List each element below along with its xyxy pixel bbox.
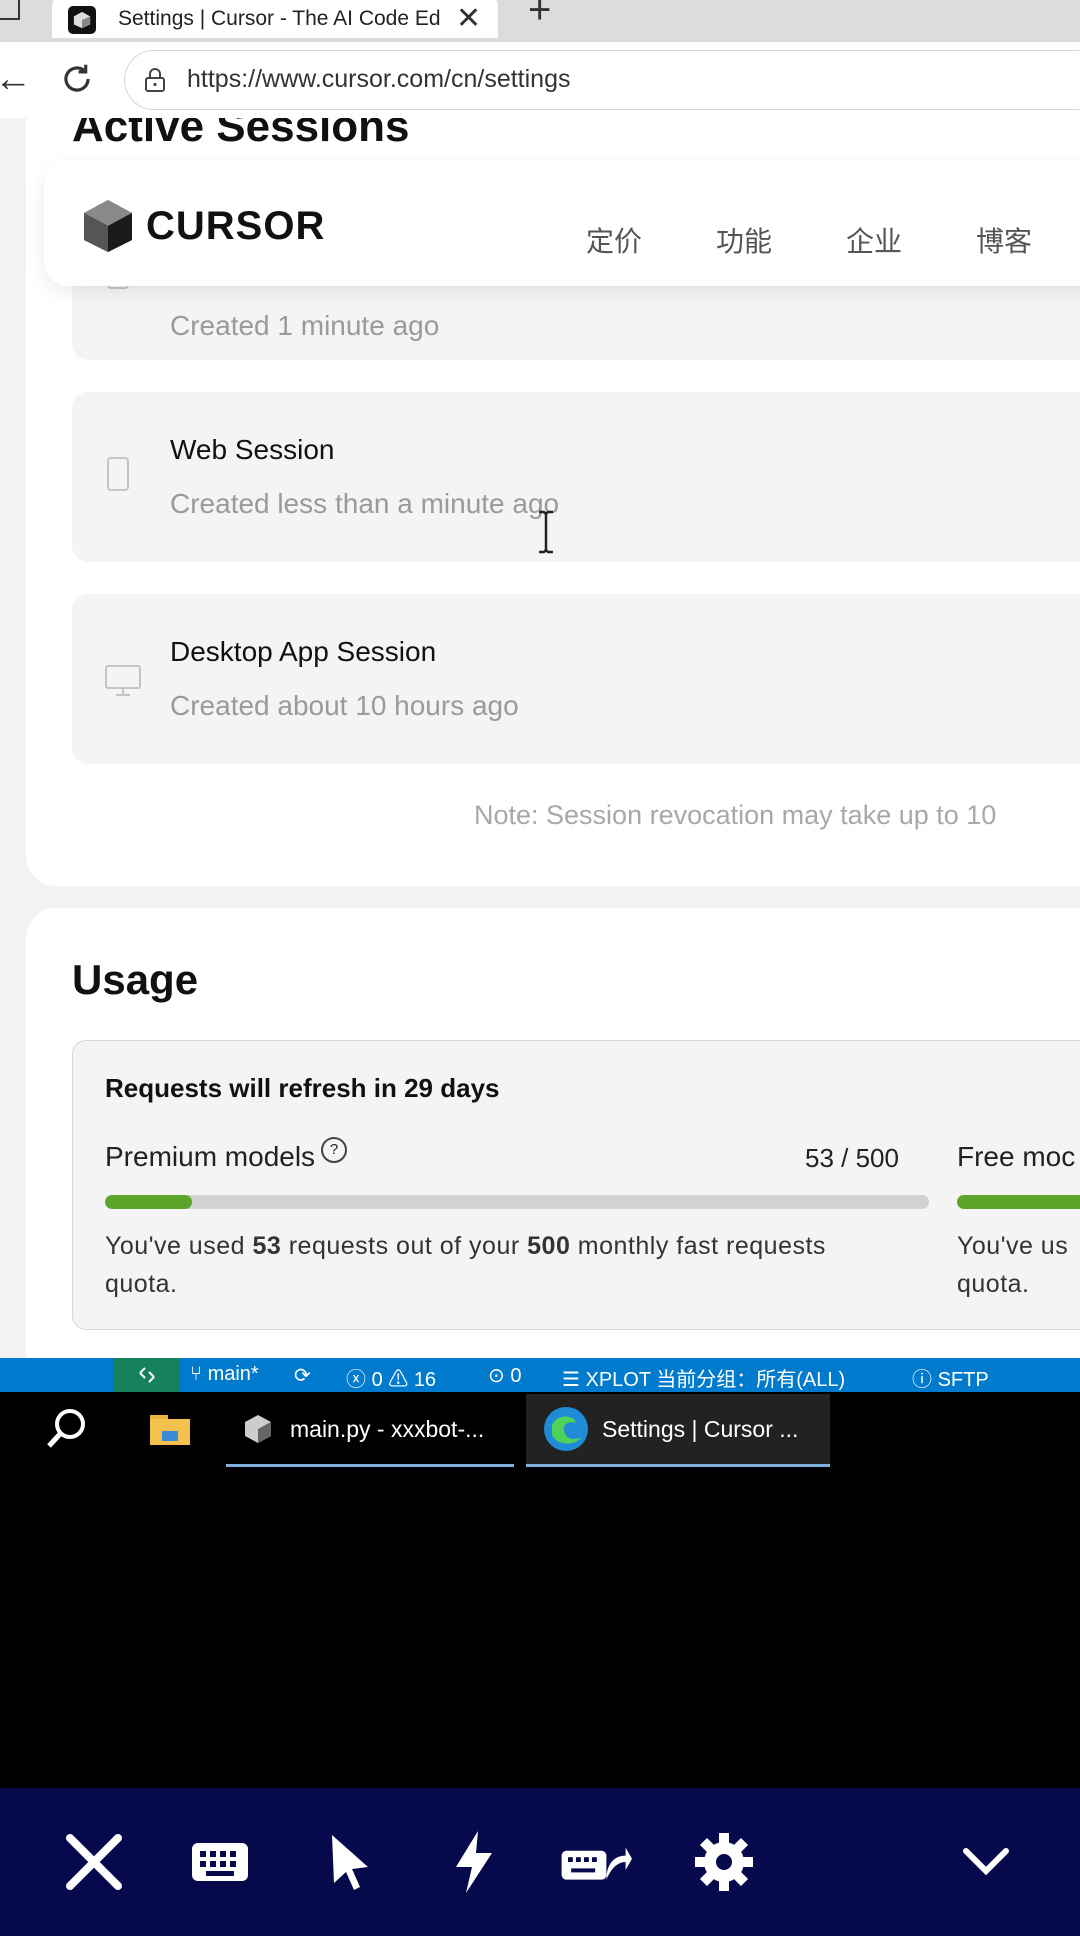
ports-item[interactable]: ⊙ 0 xyxy=(488,1363,521,1388)
close-icon[interactable] xyxy=(58,1826,130,1898)
sync-icon[interactable]: ⟳ xyxy=(294,1363,311,1388)
revocation-note: Note: Session revocation may take up to … xyxy=(474,800,997,830)
session-created: Created about 10 hours ago xyxy=(170,690,519,721)
sftp-item[interactable]: ⓘ SFTP xyxy=(912,1363,989,1392)
tab-title: Settings | Cursor - The AI Code Ed xyxy=(118,7,441,30)
search-icon[interactable] xyxy=(44,1396,90,1462)
remote-indicator-icon[interactable] xyxy=(114,1358,180,1392)
branch-item[interactable]: ⑂ main* xyxy=(190,1363,259,1386)
file-explorer-icon[interactable] xyxy=(148,1396,192,1462)
tab-actions-icon[interactable] xyxy=(0,0,20,20)
session-name: Desktop App Session xyxy=(170,636,437,667)
monitor-icon xyxy=(105,665,141,696)
nav-link-features[interactable]: 功能 xyxy=(716,220,772,260)
usage-box: Requests will refresh in 29 days Premium… xyxy=(72,1040,1080,1330)
back-arrow-icon[interactable]: ← xyxy=(0,58,32,101)
active-sessions-heading: Active Sessions xyxy=(72,118,410,151)
premium-models-text: Premium models xyxy=(105,1141,316,1172)
premium-usage-text: You've used 53 requests out of your 500 … xyxy=(105,1232,826,1298)
help-icon[interactable]: ? xyxy=(321,1137,348,1163)
reload-icon[interactable] xyxy=(58,60,96,98)
xplot-item[interactable]: ☰ XPLOT 当前分组：所有(ALL) xyxy=(562,1363,845,1392)
session-name: Web Session xyxy=(170,434,335,465)
url-text: https://www.cursor.com/cn/settings xyxy=(187,65,571,93)
session-card: Desktop App Session Created about 10 hou… xyxy=(72,594,1080,764)
phone-icon xyxy=(107,457,129,491)
text-cursor-icon xyxy=(539,510,553,554)
taskbar-item-vscode[interactable]: main.py - xxxbot-... xyxy=(244,1396,484,1462)
keyboard-icon[interactable] xyxy=(184,1826,256,1898)
address-bar: ← https://www.cursor.com/cn/settings xyxy=(0,42,1080,119)
premium-models-label: Premium models ? xyxy=(105,1137,348,1173)
keyboard-shortcut-icon[interactable] xyxy=(560,1826,632,1898)
taskbar-item-label: Settings | Cursor ... xyxy=(602,1415,799,1442)
nav-link-pricing[interactable]: 定价 xyxy=(586,220,642,260)
usage-heading: Usage xyxy=(72,956,199,1003)
session-card: Web Session Created less than a minute a… xyxy=(72,392,1080,562)
problems-item[interactable]: ⓧ 0 ⚠ 16 xyxy=(346,1363,436,1392)
taskbar-underline xyxy=(526,1464,830,1467)
taskbar-underline xyxy=(226,1464,514,1467)
nav-link-blog[interactable]: 博客 xyxy=(976,220,1032,260)
tab-strip: Settings | Cursor - The AI Code Ed ✕ + xyxy=(0,0,1080,42)
lock-icon[interactable] xyxy=(143,67,167,93)
nav-link-enterprise[interactable]: 企业 xyxy=(846,220,902,260)
tab-close-icon[interactable]: ✕ xyxy=(456,1,481,36)
vscode-status-bar: ⑂ main* ⟳ ⓧ 0 ⚠ 16 ⊙ 0 ☰ XPLOT 当前分组：所有(A… xyxy=(0,1358,1080,1392)
cursor-cube-icon xyxy=(84,200,132,252)
gear-icon[interactable] xyxy=(688,1826,760,1898)
premium-count: 53 / 500 xyxy=(805,1143,899,1173)
free-models-label: Free moc xyxy=(957,1141,1076,1172)
refresh-text: Requests will refresh in 29 days xyxy=(105,1073,500,1103)
chevron-down-icon[interactable] xyxy=(950,1826,1022,1898)
free-usage-text: You've us quota. xyxy=(957,1232,1069,1298)
taskbar-item-label: main.py - xxxbot-... xyxy=(290,1415,485,1442)
cursor-logo[interactable]: CURSOR xyxy=(82,198,325,254)
session-created: Created 1 minute ago xyxy=(170,310,440,341)
settings-page: Active Sessions Created 1 minute ago CUR… xyxy=(0,118,1080,1358)
premium-progress-fill xyxy=(105,1195,193,1209)
premium-progress-bar xyxy=(105,1195,929,1209)
new-tab-button[interactable]: + xyxy=(528,0,551,33)
browser-tab[interactable]: Settings | Cursor - The AI Code Ed ✕ xyxy=(52,0,498,38)
session-created: Created less than a minute ago xyxy=(170,488,560,519)
remote-toolbar xyxy=(0,1788,1080,1936)
free-progress-bar xyxy=(957,1195,1080,1209)
cursor-favicon-icon xyxy=(68,6,96,34)
taskbar: main.py - xxxbot-... Settings | Cursor .… xyxy=(0,1392,1080,1468)
pointer-icon[interactable] xyxy=(314,1826,386,1898)
logo-text: CURSOR xyxy=(146,203,326,248)
taskbar-item-edge[interactable]: Settings | Cursor ... xyxy=(542,1396,798,1462)
lightning-icon[interactable] xyxy=(438,1826,510,1898)
site-navbar: CURSOR 定价 功能 企业 博客 xyxy=(44,160,1080,286)
url-field[interactable]: https://www.cursor.com/cn/settings xyxy=(124,50,1080,110)
